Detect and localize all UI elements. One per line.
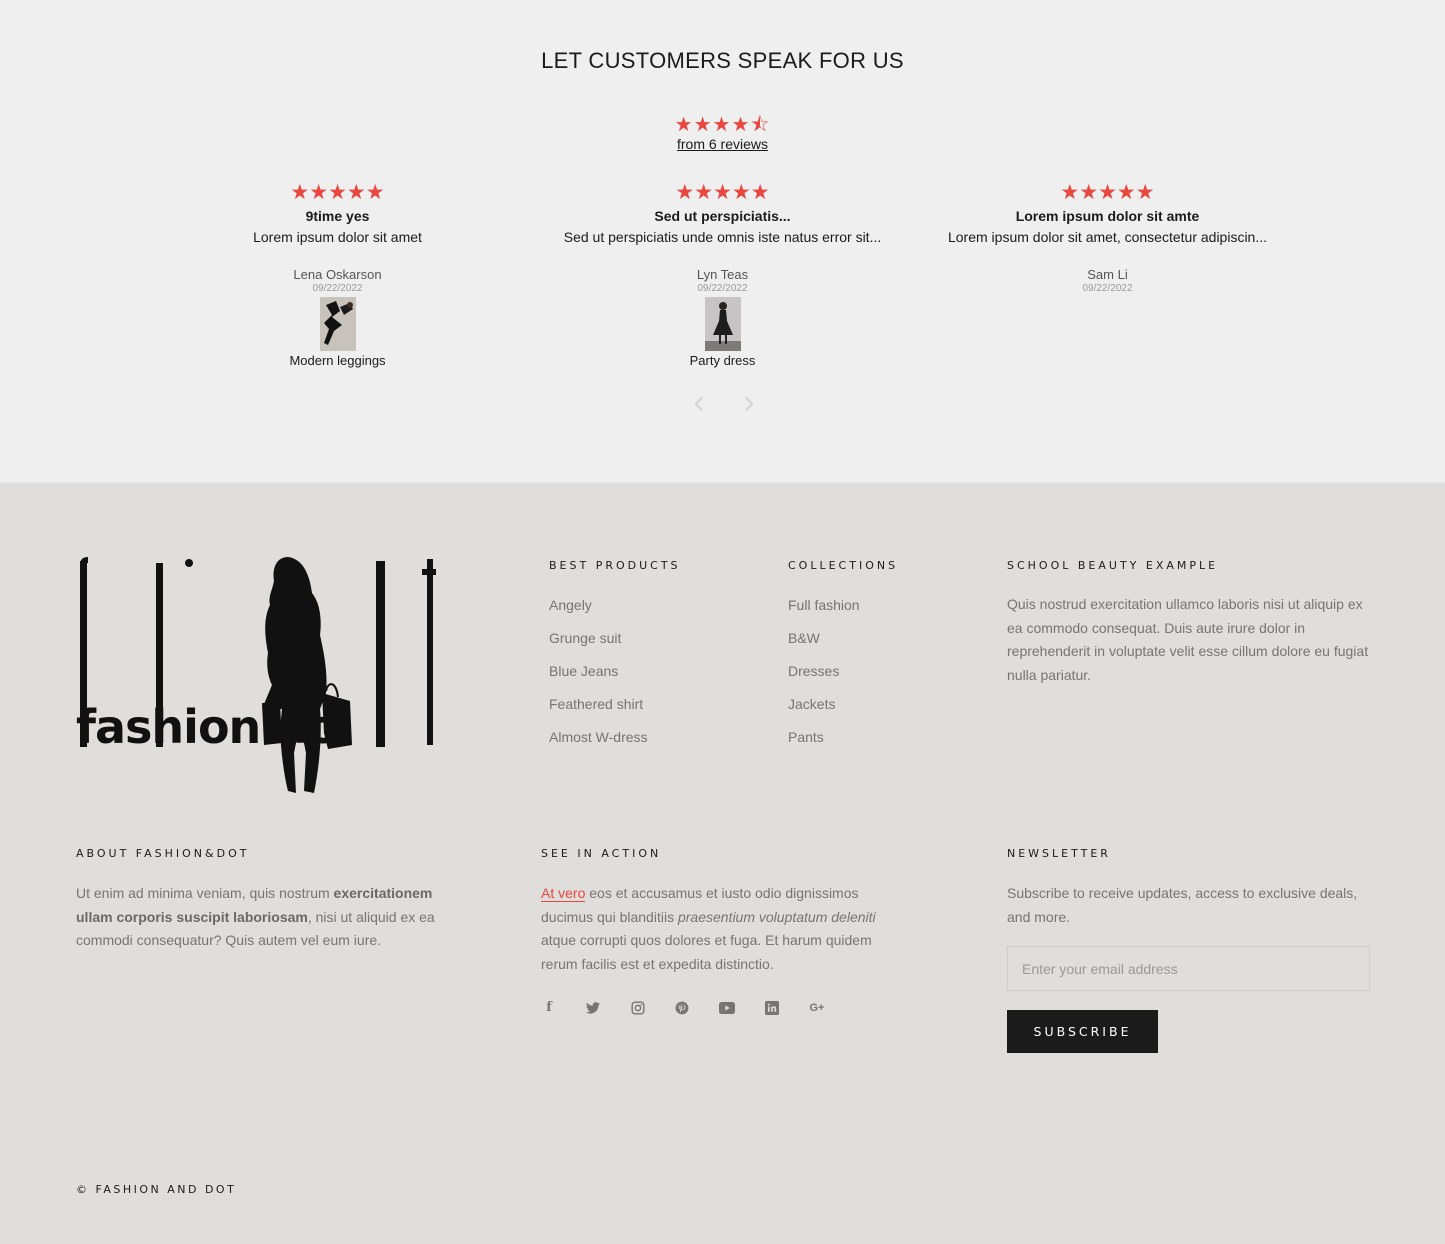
see-in-action-title: SEE IN ACTION xyxy=(541,847,662,860)
at-vero-link[interactable]: At vero xyxy=(541,885,586,902)
about-title: ABOUT FASHION&DOT xyxy=(76,847,250,860)
about-text: Ut enim ad minima veniam, quis nostrum e… xyxy=(76,885,435,949)
footer-link[interactable]: Blue Jeans xyxy=(549,661,648,694)
instagram-icon[interactable] xyxy=(628,998,648,1018)
review-author: Lena Oskarson xyxy=(293,267,382,282)
footer-link[interactable]: Grunge suit xyxy=(549,628,648,661)
youtube-icon[interactable] xyxy=(717,998,737,1018)
footer-link[interactable]: Angely xyxy=(549,595,648,628)
review-date: 09/22/2022 xyxy=(312,283,363,294)
carousel-nav: ‹ › xyxy=(684,385,764,425)
google-plus-icon[interactable]: G+ xyxy=(807,998,827,1018)
footer-link[interactable]: Full fashion xyxy=(788,595,860,628)
review-author: Sam Li xyxy=(1087,267,1128,282)
newsletter-text: Subscribe to receive updates, access to … xyxy=(1007,885,1358,925)
collections-list: Full fashion B&W Dresses Jackets Pants xyxy=(788,595,860,760)
review-stars-icon: ★★★★★ xyxy=(675,181,770,204)
footer-link[interactable]: Jackets xyxy=(788,694,860,727)
collections-title: COLLECTIONS xyxy=(788,559,899,572)
footer-link[interactable]: Dresses xyxy=(788,661,860,694)
review-stars-icon: ★★★★★ xyxy=(1060,181,1155,204)
reviews-section: LET CUSTOMERS SPEAK FOR US ★★★★⯪ from 6 … xyxy=(0,0,1445,484)
review-stars-icon: ★★★★★ xyxy=(290,181,385,204)
reviews-count-link[interactable]: from 6 reviews xyxy=(677,136,768,152)
email-field[interactable] xyxy=(1007,946,1370,991)
school-beauty-text: Quis nostrud exercitation ullamco labori… xyxy=(1007,596,1369,683)
footer-link[interactable]: Feathered shirt xyxy=(549,694,648,727)
review-card: ★★★★★ Sed ut perspiciatis... Sed ut pers… xyxy=(530,181,915,369)
footer-link[interactable]: B&W xyxy=(788,628,860,661)
review-body: Sed ut perspiciatis unde omnis iste natu… xyxy=(563,229,882,245)
footer-link[interactable]: Almost W-dress xyxy=(549,727,648,760)
fashion-dot-logo[interactable]: fashion dol xyxy=(76,553,440,798)
school-beauty-title: SCHOOL BEAUTY EXAMPLE xyxy=(1007,559,1219,572)
review-body: Lorem ipsum dolor sit amet, consectetur … xyxy=(947,229,1268,245)
review-author: Lyn Teas xyxy=(696,267,749,282)
review-date: 09/22/2022 xyxy=(1082,283,1133,294)
best-products-title: BEST PRODUCTS xyxy=(549,559,681,572)
linkedin-icon[interactable] xyxy=(762,998,782,1018)
reviews-heading: LET CUSTOMERS SPEAK FOR US xyxy=(541,48,904,73)
footer-link[interactable]: Pants xyxy=(788,727,860,760)
chevron-right-icon[interactable]: › xyxy=(734,385,764,421)
review-product-name[interactable]: Party dress xyxy=(530,353,915,368)
review-date: 09/22/2022 xyxy=(697,283,748,294)
review-title: Sed ut perspiciatis... xyxy=(654,208,791,224)
pinterest-icon[interactable] xyxy=(672,998,692,1018)
reviews-count: from 6 reviews xyxy=(0,136,1445,152)
party-dress-figure-icon xyxy=(704,297,741,351)
review-title: Lorem ipsum dolor sit amte xyxy=(1015,208,1200,224)
product-thumbnail[interactable] xyxy=(704,297,741,351)
product-thumbnail[interactable] xyxy=(319,297,356,351)
review-body: Lorem ipsum dolor sit amet xyxy=(253,229,422,245)
review-card: ★★★★★ 9time yes Lorem ipsum dolor sit am… xyxy=(145,181,530,369)
facebook-icon[interactable]: f xyxy=(539,998,559,1018)
twitter-icon[interactable] xyxy=(583,998,603,1018)
leggings-figure-icon xyxy=(319,297,356,351)
newsletter-title: NEWSLETTER xyxy=(1007,847,1111,860)
review-card: ★★★★★ Lorem ipsum dolor sit amte Lorem i… xyxy=(915,181,1300,295)
subscribe-button[interactable]: SUBSCRIBE xyxy=(1007,1010,1158,1053)
review-product-name[interactable]: Modern leggings xyxy=(145,353,530,368)
best-products-list: Angely Grunge suit Blue Jeans Feathered … xyxy=(549,595,648,760)
copyright: © FASHION AND DOT xyxy=(76,1183,237,1196)
see-in-action-text: At vero eos et accusamus et iusto odio d… xyxy=(541,885,876,972)
chevron-left-icon[interactable]: ‹ xyxy=(684,385,714,421)
review-title: 9time yes xyxy=(305,208,370,224)
